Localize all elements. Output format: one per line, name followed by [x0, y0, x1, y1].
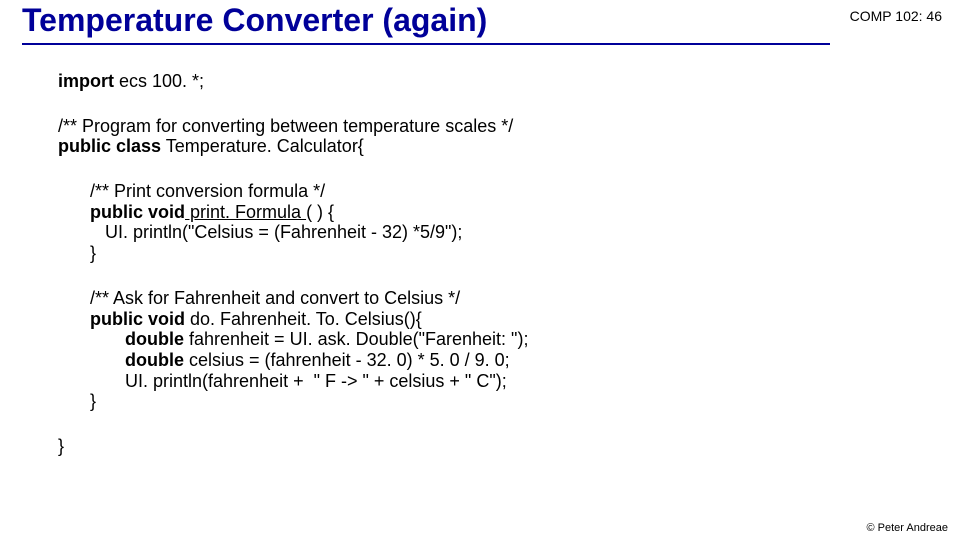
- m2-line3: UI. println(fahrenheit + " F -> " + cels…: [90, 371, 960, 392]
- m2-line2: celsius = (fahrenheit - 32. 0) * 5. 0 / …: [184, 350, 510, 370]
- class-close: }: [58, 436, 960, 457]
- slide-body: import ecs 100. *; /** Program for conve…: [0, 45, 960, 457]
- class-comment: /** Program for converting between tempe…: [58, 116, 960, 137]
- kw-m1-sig: public void: [90, 202, 185, 222]
- class-name: Temperature. Calculator{: [161, 136, 364, 156]
- method1-comment: /** Print conversion formula */: [90, 181, 960, 202]
- m2-line1: fahrenheit = UI. ask. Double("Farenheit:…: [184, 329, 528, 349]
- m2-close: }: [90, 391, 960, 412]
- kw-double-1: double: [90, 329, 184, 349]
- kw-double-2: double: [90, 350, 184, 370]
- slide-title: Temperature Converter (again): [22, 2, 830, 45]
- kw-public-class: public class: [58, 136, 161, 156]
- course-label: COMP 102: 46: [830, 2, 942, 24]
- m1-name: print. Formula: [185, 202, 306, 222]
- copyright: © Peter Andreae: [867, 522, 949, 534]
- kw-m2-sig: public void: [90, 309, 185, 329]
- import-rest: ecs 100. *;: [114, 71, 204, 91]
- m2-name: do. Fahrenheit. To. Celsius(){: [185, 309, 422, 329]
- m1-close: }: [90, 243, 960, 264]
- kw-import: import: [58, 71, 114, 91]
- method2-comment: /** Ask for Fahrenheit and convert to Ce…: [90, 288, 960, 309]
- m1-body: UI. println("Celsius = (Fahrenheit - 32)…: [90, 222, 960, 243]
- m1-paren: ( ) {: [306, 202, 334, 222]
